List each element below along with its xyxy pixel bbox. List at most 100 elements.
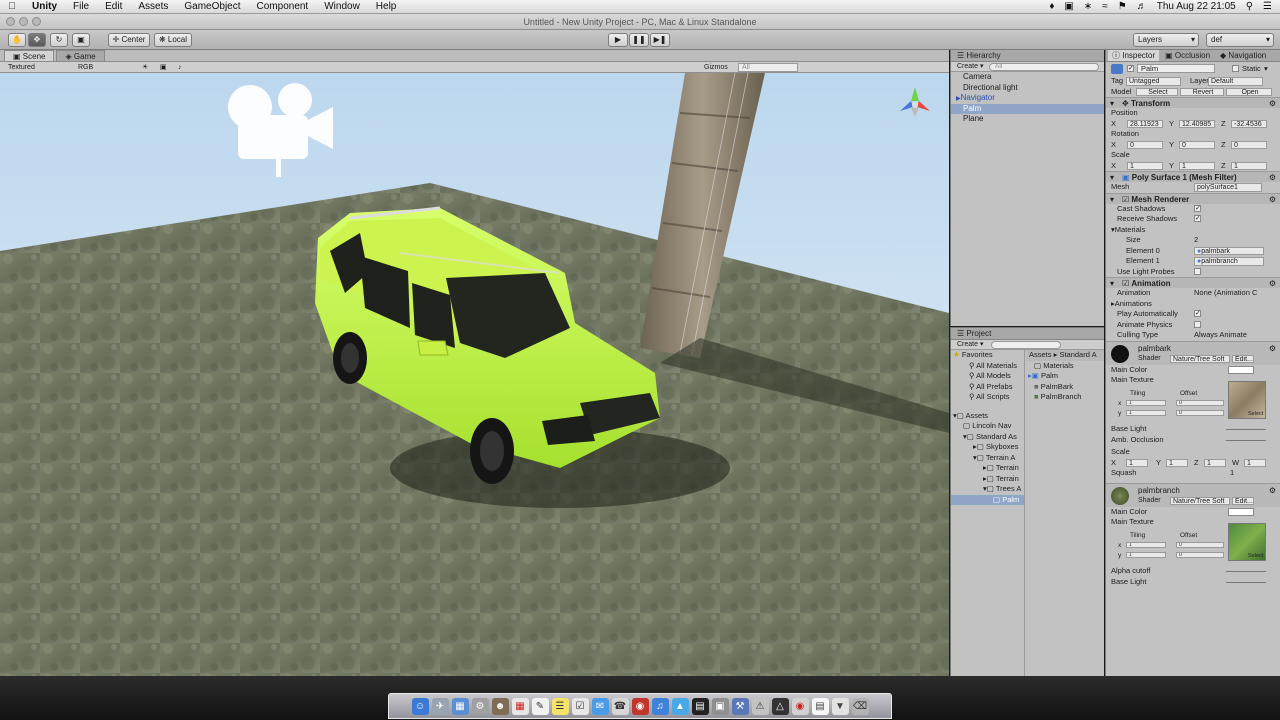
tiling-x-field[interactable]: 1 xyxy=(1126,542,1166,548)
tab-scene[interactable]: ▣ Scene xyxy=(4,50,55,61)
image-toggle-icon[interactable]: ▣ xyxy=(160,62,167,73)
breadcrumb-assets[interactable]: Assets xyxy=(1029,350,1052,359)
folder-palm[interactable]: ▢ Palm xyxy=(951,494,1024,505)
minimize-button[interactable] xyxy=(19,17,28,26)
file-palm[interactable]: ▸▣ Palm xyxy=(1026,371,1104,382)
animation-component-header[interactable]: ▾ ☑ Animation ⚙ xyxy=(1106,277,1280,288)
breadcrumb-standard[interactable]: Standard A xyxy=(1059,350,1096,359)
textedit-icon[interactable]: ✎ xyxy=(531,697,549,715)
light-probes-checkbox[interactable] xyxy=(1194,267,1201,275)
scale-tool-icon[interactable]: ▣ xyxy=(72,33,90,47)
play-auto-checkbox[interactable]: ✓ xyxy=(1194,310,1201,317)
shader-edit-button[interactable]: Edit... xyxy=(1232,354,1254,363)
shader-dropdown[interactable]: Nature/Tree Soft O xyxy=(1170,354,1230,363)
shader-edit-button[interactable]: Edit... xyxy=(1232,496,1254,505)
hand-tool-icon[interactable]: ✋ xyxy=(8,33,26,47)
offset-y-field[interactable]: 0 xyxy=(1176,552,1224,558)
chrome-icon[interactable]: ◉ xyxy=(791,697,809,715)
volume-icon[interactable]: ♬ xyxy=(1137,1,1147,12)
hierarchy-item-palm[interactable]: Palm xyxy=(951,103,1104,114)
folder-standard-assets[interactable]: ▾▢ Standard As xyxy=(951,432,1024,443)
animate-physics-checkbox[interactable] xyxy=(1194,320,1201,328)
xcode-icon[interactable]: ⚒ xyxy=(731,697,749,715)
menu-gameobject[interactable]: GameObject xyxy=(176,0,248,14)
layout-dropdown[interactable]: def ▾ xyxy=(1206,33,1274,47)
receive-shadows-checkbox[interactable]: ✓ xyxy=(1194,215,1201,222)
file-palmbark[interactable]: ■ PalmBark xyxy=(1026,382,1104,393)
offset-y-field[interactable]: 0 xyxy=(1176,410,1224,416)
size-field[interactable]: 2 xyxy=(1194,235,1198,246)
hierarchy-item-navigator[interactable]: ▶Navigator xyxy=(951,93,1104,104)
mat-scale-z-field[interactable]: 1 xyxy=(1204,458,1226,467)
favorite-all-scripts[interactable]: ⚲ All Scripts xyxy=(951,392,1024,403)
hierarchy-item-plane[interactable]: Plane xyxy=(951,114,1104,125)
cast-shadows-checkbox[interactable]: ✓ xyxy=(1194,204,1201,212)
model-revert-button[interactable]: Revert xyxy=(1180,87,1224,96)
close-button[interactable] xyxy=(6,17,15,26)
favorite-all-prefabs[interactable]: ⚲ All Prefabs xyxy=(951,382,1024,393)
folder-trees[interactable]: ▾▢ Trees A xyxy=(951,484,1024,495)
folder-lincoln[interactable]: ▢ Lincoln Nav xyxy=(951,421,1024,432)
shader-dropdown[interactable]: Nature/Tree Soft O xyxy=(1170,496,1230,505)
dropbox-icon[interactable]: ♦ xyxy=(1049,1,1054,12)
app-store-icon[interactable]: ▲ xyxy=(671,697,689,715)
preview-icon[interactable]: ▣ xyxy=(711,697,729,715)
menu-component[interactable]: Component xyxy=(249,0,317,14)
facetime-icon[interactable]: ☎ xyxy=(611,697,629,715)
file-materials[interactable]: ▢ Materials xyxy=(1026,361,1104,372)
mat-scale-y-field[interactable]: 1 xyxy=(1166,458,1188,467)
layer-dropdown[interactable]: Default xyxy=(1208,77,1263,86)
folder-terrain-1[interactable]: ▸▢ Terrain xyxy=(951,463,1024,474)
element0-field[interactable]: ●palmbark xyxy=(1194,246,1264,255)
tab-navigation[interactable]: ◆ Navigation xyxy=(1216,50,1270,61)
tiling-y-field[interactable]: 1 xyxy=(1126,552,1166,558)
display-icon[interactable]: ▣ xyxy=(1064,1,1073,12)
document-icon[interactable]: ▤ xyxy=(811,697,829,715)
tiling-x-field[interactable]: 1 xyxy=(1126,400,1166,406)
scene-viewport[interactable] xyxy=(0,73,949,676)
clock[interactable]: Thu Aug 22 21:05 xyxy=(1157,1,1236,12)
system-preferences-icon[interactable]: ⚙ xyxy=(471,697,489,715)
static-checkbox[interactable] xyxy=(1232,65,1239,72)
hierarchy-item-camera[interactable]: Camera xyxy=(951,72,1104,83)
base-light-slider[interactable] xyxy=(1226,581,1266,583)
element1-field[interactable]: ●palmbranch xyxy=(1194,257,1264,266)
active-checkbox[interactable]: ✓ xyxy=(1127,65,1134,72)
zoom-button[interactable] xyxy=(32,17,41,26)
play-button[interactable]: ▶ xyxy=(608,33,628,47)
favorite-all-models[interactable]: ⚲ All Models xyxy=(951,371,1024,382)
list-icon[interactable]: ☰ xyxy=(1263,1,1272,12)
terminal-icon[interactable]: ▤ xyxy=(691,697,709,715)
menu-edit[interactable]: Edit xyxy=(97,0,130,14)
wifi-icon[interactable]: ≈ xyxy=(1102,1,1108,12)
folder-skyboxes[interactable]: ▸▢ Skyboxes xyxy=(951,442,1024,453)
rotation-x-field[interactable]: 0 xyxy=(1127,140,1163,149)
lighting-toggle-icon[interactable]: ☀ xyxy=(142,62,148,73)
rotation-y-field[interactable]: 0 xyxy=(1179,140,1215,149)
scale-z-field[interactable]: 1 xyxy=(1231,161,1267,170)
position-z-field[interactable]: -32.4536 xyxy=(1231,119,1267,128)
model-open-button[interactable]: Open xyxy=(1226,87,1272,96)
position-y-field[interactable]: 12.40985 xyxy=(1179,119,1215,128)
project-create-button[interactable]: Create xyxy=(957,341,978,348)
mesh-field[interactable]: polySurface1 xyxy=(1194,183,1262,192)
itunes-icon[interactable]: ♫ xyxy=(651,697,669,715)
bluetooth-icon[interactable]: ∗ xyxy=(1084,1,1092,12)
color-mode-dropdown[interactable]: RGB xyxy=(78,62,93,73)
main-color-swatch[interactable] xyxy=(1228,507,1254,516)
folder-terrain-2[interactable]: ▸▢ Terrain xyxy=(951,474,1024,485)
menu-help[interactable]: Help xyxy=(368,0,405,14)
contacts-icon[interactable]: ☻ xyxy=(491,697,509,715)
calendar-icon[interactable]: ▦ xyxy=(511,697,529,715)
audio-toggle-icon[interactable]: ♪ xyxy=(178,62,182,73)
downloads-icon[interactable]: ▼ xyxy=(831,697,849,715)
spotlight-icon[interactable]: ⚲ xyxy=(1246,1,1253,12)
texture-select-button[interactable]: Select xyxy=(1248,409,1263,420)
offset-x-field[interactable]: 0 xyxy=(1176,400,1224,406)
favorite-all-materials[interactable]: ⚲ All Materials xyxy=(951,361,1024,372)
position-x-field[interactable]: 28.11923 xyxy=(1127,119,1163,128)
pivot-local-button[interactable]: ❋ Local xyxy=(154,33,192,47)
tab-occlusion[interactable]: ▣ Occlusion xyxy=(1161,50,1214,61)
chevron-down-icon[interactable]: ▾ xyxy=(1264,62,1268,76)
trash-icon[interactable]: ⌫ xyxy=(851,697,869,715)
